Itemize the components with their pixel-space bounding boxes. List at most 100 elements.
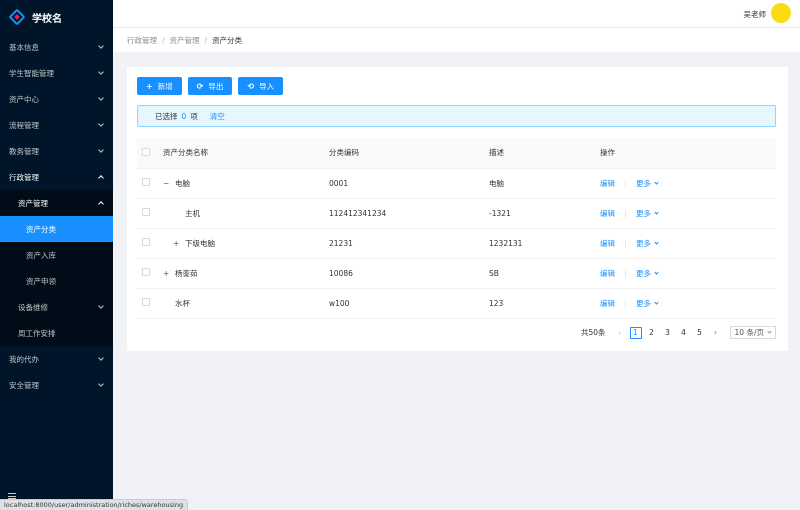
- sidebar-item-student-management[interactable]: 学生智能管理: [0, 60, 113, 86]
- sidebar-item-asset-management[interactable]: 资产管理: [0, 190, 113, 216]
- chevron-down-icon: [654, 239, 659, 245]
- edit-link[interactable]: 编辑: [600, 179, 615, 188]
- more-label: 更多: [636, 208, 651, 218]
- more-label: 更多: [636, 268, 651, 278]
- add-button-label: 新增: [157, 81, 173, 91]
- row-checkbox[interactable]: [142, 178, 150, 186]
- chevron-down-icon: [98, 43, 104, 49]
- sidebar-item-label: 资产管理: [18, 198, 48, 208]
- chevron-down-icon: [654, 299, 659, 305]
- more-label: 更多: [636, 178, 651, 188]
- import-button-label: 导入: [259, 81, 275, 91]
- sidebar-item-administration[interactable]: 行政管理: [0, 164, 113, 190]
- more-dropdown[interactable]: 更多: [636, 238, 659, 248]
- sidebar-item-process-management[interactable]: 流程管理: [0, 112, 113, 138]
- edit-link[interactable]: 编辑: [600, 239, 615, 248]
- chevron-down-icon: [98, 147, 104, 153]
- next-page-button[interactable]: ›: [710, 327, 722, 339]
- user-name[interactable]: 吴老师: [744, 9, 767, 20]
- chevron-down-icon: [98, 121, 104, 127]
- chevron-up-icon: [98, 175, 104, 181]
- row-checkbox[interactable]: [142, 298, 150, 306]
- more-label: 更多: [636, 238, 651, 248]
- edit-link[interactable]: 编辑: [600, 299, 615, 308]
- collapse-row-icon[interactable]: −: [163, 179, 175, 188]
- sidebar-item-asset-warehousing[interactable]: 资产入库: [0, 242, 113, 268]
- select-all-checkbox[interactable]: [142, 147, 150, 156]
- expand-row-icon[interactable]: +: [173, 239, 185, 248]
- chevron-down-icon: [654, 269, 659, 275]
- expand-row-icon[interactable]: +: [163, 269, 175, 278]
- top-header: 吴老师: [113, 0, 800, 27]
- chevron-up-icon: [98, 201, 104, 207]
- action-divider: [625, 209, 626, 218]
- sidebar-item-weekly-schedule[interactable]: 周工作安排: [0, 320, 113, 346]
- table-row: + 下级电脑 21231 1232131 编辑 更多: [137, 228, 776, 259]
- cell-name: 主机: [185, 208, 200, 218]
- page-button-3[interactable]: 3: [662, 327, 674, 339]
- import-button[interactable]: ⟲ 导入: [238, 77, 284, 95]
- cell-name: 水杯: [175, 298, 190, 308]
- sidebar-item-asset-center[interactable]: 资产中心: [0, 86, 113, 112]
- table-row: + 杨銮茹 10086 SB 编辑 更多: [137, 258, 776, 289]
- action-divider: [625, 299, 626, 308]
- edit-link[interactable]: 编辑: [600, 209, 615, 218]
- app-name: 学校名: [32, 13, 62, 25]
- page-size-value: 10 条/页: [734, 328, 764, 337]
- page-button-2[interactable]: 2: [646, 327, 658, 339]
- sidebar-item-asset-request[interactable]: 资产申领: [0, 268, 113, 294]
- pagination-total: 共50条: [580, 328, 606, 337]
- table-header-row: 资产分类名称 分类编码 描述 操作: [137, 138, 776, 169]
- breadcrumb-item-asset-management[interactable]: 资产管理: [170, 35, 200, 46]
- breadcrumb-separator: /: [204, 35, 208, 45]
- page-button-1[interactable]: 1: [629, 326, 642, 339]
- cell-desc: 电脑: [489, 168, 600, 199]
- chevron-down-icon: [98, 303, 104, 309]
- more-dropdown[interactable]: 更多: [636, 268, 659, 278]
- more-dropdown[interactable]: 更多: [636, 298, 659, 308]
- logo-icon: [8, 8, 26, 26]
- table-row: − 电脑 0001 电脑 编辑 更多: [137, 168, 776, 199]
- sidebar-item-label: 学生智能管理: [9, 68, 54, 78]
- add-button[interactable]: + 新增: [137, 77, 182, 95]
- action-divider: [625, 269, 626, 278]
- page-button-4[interactable]: 4: [678, 327, 690, 339]
- logo[interactable]: 学校名: [0, 0, 113, 34]
- asset-category-table: 资产分类名称 分类编码 描述 操作 − 电脑 0001 电脑 编辑 更多 主机 11…: [137, 138, 776, 319]
- cell-code: 0001: [329, 168, 489, 199]
- sidebar-item-label: 教务管理: [9, 146, 39, 156]
- content-card: + 新增 ⟳ 导出 ⟲ 导入 已选择 0 项 清空 资产分类名称 分类编码 描述 操作…: [127, 67, 788, 351]
- sidebar-item-label: 资产入库: [26, 250, 56, 260]
- avatar[interactable]: [771, 3, 791, 23]
- row-checkbox[interactable]: [142, 268, 150, 276]
- more-label: 更多: [636, 298, 651, 308]
- chevron-down-icon: [767, 329, 772, 334]
- sidebar-item-security-management[interactable]: 安全管理: [0, 372, 113, 398]
- edit-link[interactable]: 编辑: [600, 269, 615, 278]
- toolbar: + 新增 ⟳ 导出 ⟲ 导入: [137, 77, 284, 95]
- breadcrumb-separator: /: [162, 35, 165, 45]
- prev-page-button[interactable]: ‹: [614, 327, 626, 339]
- sidebar-item-equipment-repair[interactable]: 设备维修: [0, 294, 113, 320]
- sidebar-item-academic-affairs[interactable]: 教务管理: [0, 138, 113, 164]
- action-divider: [625, 239, 626, 248]
- column-header-actions: 操作: [600, 138, 776, 169]
- action-divider: [625, 179, 626, 188]
- more-dropdown[interactable]: 更多: [636, 208, 659, 218]
- row-checkbox[interactable]: [142, 208, 150, 216]
- cell-desc: SB: [489, 258, 600, 289]
- clear-selection-link[interactable]: 清空: [210, 111, 225, 122]
- page-button-5[interactable]: 5: [694, 327, 706, 339]
- page-size-select[interactable]: 10 条/页: [729, 326, 776, 339]
- chevron-down-icon: [654, 209, 659, 215]
- export-icon: ⟳: [196, 81, 204, 91]
- sidebar-item-my-todo[interactable]: 我的代办: [0, 346, 113, 372]
- pagination: 共50条 ‹ 1 2 3 4 5 › 10 条/页: [581, 326, 776, 339]
- row-checkbox[interactable]: [142, 238, 150, 246]
- breadcrumb-item-administration[interactable]: 行政管理: [127, 35, 157, 46]
- more-dropdown[interactable]: 更多: [636, 178, 659, 188]
- cell-code: 21231: [329, 228, 489, 259]
- sidebar-item-asset-category[interactable]: 资产分类: [0, 216, 113, 242]
- export-button[interactable]: ⟳ 导出: [187, 77, 233, 95]
- sidebar-item-basic-info[interactable]: 基本信息: [0, 34, 113, 60]
